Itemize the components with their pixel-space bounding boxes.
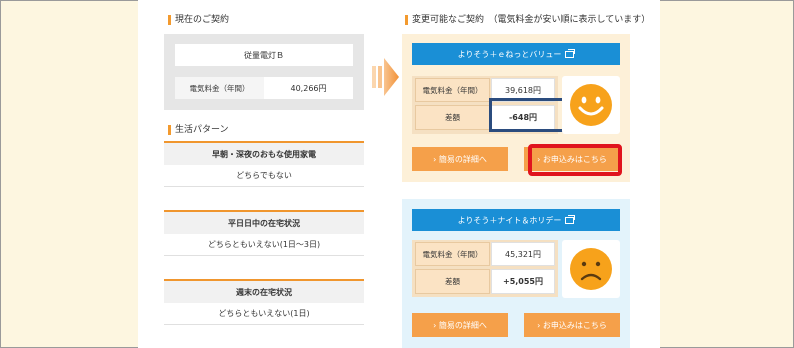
- external-link-icon: [565, 48, 576, 58]
- plan-fee-label: 電気料金（年間）: [415, 78, 490, 102]
- plan-name-label: よりそう＋ｅねっとバリュー: [457, 49, 562, 59]
- diff-highlight-box: [489, 98, 565, 132]
- current-contract-box: 従量電灯Ｂ 電気料金（年間） 40,266円: [164, 34, 364, 110]
- apply-highlight-box: [528, 144, 622, 176]
- plan-card-evalue: よりそう＋ｅねっとバリュー 電気料金（年間） 39,618円 差額 -648円 …: [402, 34, 630, 182]
- lifestyle-heading-weekend: 週末の在宅状況: [164, 279, 364, 303]
- lifestyle-title: 生活パターン: [168, 124, 368, 136]
- plan-diff-label: 差額: [415, 269, 490, 294]
- current-contract-title: 現在のご契約: [168, 14, 368, 26]
- plan-card-night-holiday: よりそう＋ナイト＆ホリデー 電気料金（年間） 45,321円 差額 +5,055…: [402, 199, 630, 348]
- arrow-right-icon: [372, 58, 399, 96]
- plan-apply-button[interactable]: › お申込みはこちら: [524, 313, 620, 337]
- current-plan-name: 従量電灯Ｂ: [175, 44, 353, 66]
- current-fee-value: 40,266円: [264, 77, 353, 99]
- lifestyle-heading-weekday: 平日日中の在宅状況: [164, 210, 364, 234]
- lifestyle-heading-early-night: 早朝・深夜のおもな使用家電: [164, 141, 364, 165]
- lifestyle-value-weekend: どちらともいえない(1日): [164, 303, 364, 325]
- lifestyle-value-weekday: どちらともいえない(1日～3日): [164, 234, 364, 256]
- plan-name-button-evalue[interactable]: よりそう＋ｅねっとバリュー: [412, 43, 620, 65]
- plan-detail-button[interactable]: › 簡易の詳細へ: [412, 147, 508, 171]
- main-content: 現在のご契約 従量電灯Ｂ 電気料金（年間） 40,266円 生活パターン 早朝・…: [138, 0, 660, 348]
- plan-diff-value: +5,055円: [491, 269, 555, 294]
- plan-detail-button[interactable]: › 簡易の詳細へ: [412, 313, 508, 337]
- sad-face-icon: [570, 248, 612, 290]
- plan-fee-label: 電気料金（年間）: [415, 242, 490, 266]
- plan-face-panel: [562, 240, 620, 298]
- changeable-contract-title: 変更可能なご契約 （電気料金が安い順に表示しています）: [405, 14, 660, 26]
- lifestyle-value-early-night: どちらでもない: [164, 165, 364, 187]
- plan-face-panel: [562, 76, 620, 134]
- external-link-icon: [565, 214, 576, 224]
- current-fee-label: 電気料金（年間）: [175, 77, 264, 99]
- plan-name-button-night-holiday[interactable]: よりそう＋ナイト＆ホリデー: [412, 209, 620, 231]
- plan-fee-value: 45,321円: [491, 242, 555, 266]
- plan-name-label: よりそう＋ナイト＆ホリデー: [457, 215, 562, 225]
- happy-face-icon: [570, 84, 612, 126]
- plan-diff-label: 差額: [415, 105, 490, 130]
